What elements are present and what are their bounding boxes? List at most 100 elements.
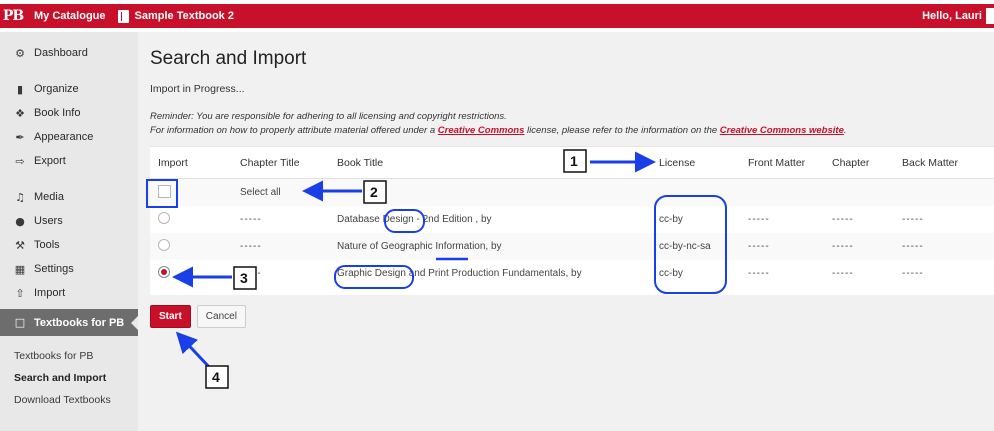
user-greeting: Hello, Lauri	[922, 10, 982, 22]
reminder-line-1: Reminder: You are responsible for adheri…	[150, 111, 507, 122]
table-header: Import Chapter Title Book Title License …	[150, 147, 994, 179]
col-chapter-title-header: Chapter Title	[240, 156, 300, 169]
admin-bar: PB My Catalogue Sample Textbook 2 Hello,…	[0, 0, 994, 32]
users-icon: ●	[15, 214, 25, 228]
reminder-text: .	[843, 125, 847, 136]
sidebar-item-textbooks-for-pb[interactable]: □ Textbooks for PB	[0, 309, 138, 336]
main-content: Search and Import Import in Progress... …	[138, 32, 994, 431]
creative-commons-website-link[interactable]: Creative Commons website	[720, 125, 844, 136]
sidebar-item-dashboard[interactable]: ⚙ Dashboard	[0, 41, 138, 65]
col-license-header: License	[659, 156, 696, 169]
select-all-checkbox[interactable]	[158, 184, 171, 198]
submenu-download-textbooks[interactable]: Download Textbooks	[0, 389, 138, 411]
sidebar-item-users[interactable]: ● Users	[0, 209, 138, 233]
import-radio[interactable]	[158, 239, 170, 251]
sidebar-item-import[interactable]: ⇧ Import	[0, 281, 138, 305]
license-cell: cc-by-nc-sa	[659, 241, 711, 252]
import-icon: ⇧	[15, 286, 25, 300]
sidebar-item-appearance[interactable]: ✒ Appearance	[0, 125, 138, 149]
select-all-row: Select all	[150, 179, 994, 206]
sidebar-item-label: Users	[34, 215, 63, 227]
my-catalogue-label: My Catalogue	[34, 10, 106, 22]
cancel-button[interactable]: Cancel	[196, 305, 246, 328]
import-radio[interactable]	[158, 212, 170, 224]
col-import-header: Import	[158, 156, 188, 169]
sidebar-item-label: Book Info	[34, 107, 81, 119]
import-cell	[150, 266, 240, 281]
sidebar-item-export[interactable]: ⇨ Export	[0, 149, 138, 173]
media-icon: ♫	[15, 190, 25, 204]
sidebar-item-organize[interactable]: ▮ Organize	[0, 77, 138, 101]
brush-icon: ✒	[15, 130, 25, 144]
creative-commons-link[interactable]: Creative Commons	[438, 125, 525, 136]
table-footer-space	[150, 287, 994, 295]
table-row: ----- Graphic Design and Print Productio…	[150, 260, 994, 287]
book-title-cell: Graphic Design and Print Production Fund…	[337, 268, 582, 279]
back-matter-cell: -----	[902, 241, 924, 252]
table-row: ----- Nature of Geographic Information, …	[150, 233, 994, 260]
sidebar-item-label: Organize	[34, 83, 79, 95]
import-cell	[150, 212, 240, 227]
chapter-title-cell: -----	[240, 268, 262, 279]
select-all-label[interactable]: Select all	[240, 187, 337, 198]
textbooks-icon: □	[14, 316, 26, 329]
sidebar-item-settings[interactable]: ▦ Settings	[0, 257, 138, 281]
info-icon: ❖	[15, 106, 25, 120]
front-matter-cell: -----	[748, 214, 770, 225]
import-cell	[150, 239, 240, 254]
current-book-label: Sample Textbook 2	[134, 10, 234, 22]
pressbooks-logo[interactable]: PB	[3, 6, 24, 26]
start-button[interactable]: Start	[150, 305, 191, 328]
select-all-cell	[150, 184, 240, 201]
current-book-link[interactable]: Sample Textbook 2	[117, 9, 234, 23]
licensing-reminder: Reminder: You are responsible for adheri…	[150, 110, 847, 138]
user-account-menu[interactable]: Hello, Lauri	[922, 8, 994, 24]
admin-bar-strip: PB My Catalogue Sample Textbook 2 Hello,…	[0, 4, 994, 28]
book-icon: ▮	[16, 82, 24, 96]
submenu-textbooks-for-pb[interactable]: Textbooks for PB	[0, 345, 138, 367]
front-matter-cell: -----	[748, 268, 770, 279]
chapter-cell: -----	[832, 214, 854, 225]
sidebar-item-label: Settings	[34, 263, 74, 275]
chapter-cell: -----	[832, 268, 854, 279]
sidebar-item-label: Export	[34, 155, 66, 167]
reminder-text: For information on how to properly attri…	[150, 125, 438, 136]
book-icon	[117, 9, 129, 23]
import-table: Import Chapter Title Book Title License …	[150, 146, 994, 295]
reminder-line-2: For information on how to properly attri…	[150, 124, 847, 138]
import-radio-selected[interactable]	[158, 266, 170, 278]
form-actions: Start Cancel	[150, 305, 246, 328]
col-back-matter-header: Back Matter	[902, 156, 959, 169]
sidebar-item-label: Appearance	[34, 131, 94, 143]
sidebar-item-label: Tools	[34, 239, 60, 251]
table-row: ----- Database Design - 2nd Edition , by…	[150, 206, 994, 233]
book-title-cell: Nature of Geographic Information, by	[337, 241, 502, 252]
wrench-icon: ⚒	[15, 238, 25, 252]
back-matter-cell: -----	[902, 214, 924, 225]
chapter-title-cell: -----	[240, 241, 262, 252]
sidebar-item-book-info[interactable]: ❖ Book Info	[0, 101, 138, 125]
admin-sidebar: ⚙ Dashboard ▮ Organize ❖ Book Info ✒ Appeara…	[0, 32, 138, 431]
page-title: Search and Import	[150, 48, 307, 69]
book-title-cell: Database Design - 2nd Edition , by	[337, 214, 492, 225]
col-front-matter-header: Front Matter	[748, 156, 806, 169]
sidebar-item-media[interactable]: ♫ Media	[0, 185, 138, 209]
sidebar-item-label: Media	[34, 191, 64, 203]
reminder-text: license, please refer to the information…	[524, 125, 720, 136]
settings-icon: ▦	[14, 262, 26, 276]
col-chapter-header: Chapter	[832, 156, 870, 169]
chapter-title-cell: -----	[240, 214, 262, 225]
sidebar-item-tools[interactable]: ⚒ Tools	[0, 233, 138, 257]
avatar	[986, 8, 994, 24]
import-status: Import in Progress...	[150, 83, 245, 95]
col-book-title-header: Book Title	[337, 156, 384, 169]
export-icon: ⇨	[15, 154, 25, 168]
my-catalogue-link[interactable]: My Catalogue	[34, 10, 106, 22]
front-matter-cell: -----	[748, 241, 770, 252]
sidebar-item-label: Import	[34, 287, 66, 299]
back-matter-cell: -----	[902, 268, 924, 279]
submenu-search-and-import[interactable]: Search and Import	[0, 367, 138, 389]
sidebar-item-label: Textbooks for PB	[34, 316, 125, 329]
license-cell: cc-by	[659, 214, 683, 225]
dashboard-icon: ⚙	[15, 46, 25, 60]
